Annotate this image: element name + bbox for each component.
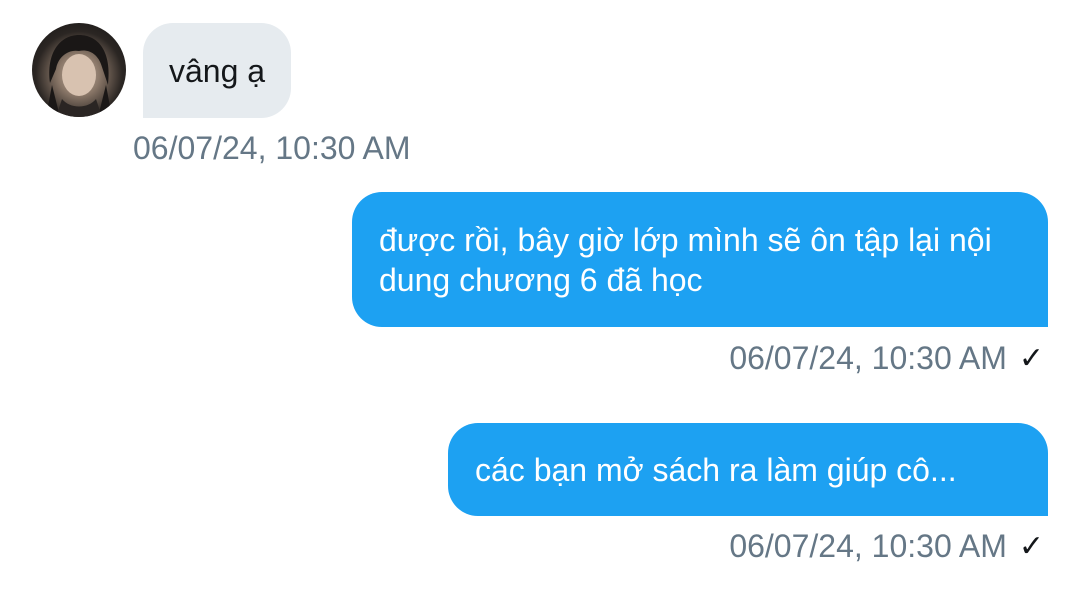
- message-text: được rồi, bây giờ lớp mình sẽ ôn tập lại…: [379, 221, 992, 298]
- message-timestamp: 06/07/24, 10:30 AM: [729, 528, 1007, 564]
- message-text: vâng ạ: [169, 52, 266, 89]
- message-meta: 06/07/24, 10:30 AM ✓: [729, 340, 1044, 377]
- message-meta: 06/07/24, 10:30 AM ✓: [729, 528, 1044, 565]
- outgoing-message-bubble[interactable]: được rồi, bây giờ lớp mình sẽ ôn tập lại…: [352, 192, 1048, 327]
- check-icon: ✓: [1018, 342, 1044, 375]
- sender-avatar[interactable]: [32, 23, 126, 117]
- check-icon: ✓: [1018, 530, 1044, 563]
- avatar-image: [46, 35, 112, 117]
- message-timestamp: 06/07/24, 10:30 AM: [729, 340, 1007, 376]
- message-text: các bạn mở sách ra làm giúp cô...: [475, 451, 957, 488]
- incoming-message-bubble[interactable]: vâng ạ: [143, 23, 292, 118]
- message-timestamp: 06/07/24, 10:30 AM: [133, 130, 411, 166]
- outgoing-message-bubble[interactable]: các bạn mở sách ra làm giúp cô...: [448, 423, 1048, 516]
